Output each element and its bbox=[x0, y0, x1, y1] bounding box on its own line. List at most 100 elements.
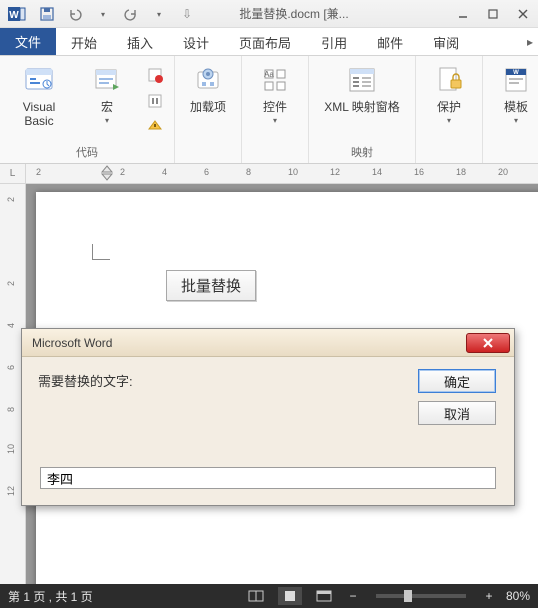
pause-macro-button[interactable] bbox=[144, 90, 166, 112]
svg-text:Aa: Aa bbox=[264, 70, 274, 79]
group-xml: XML 映射窗格 映射 bbox=[309, 56, 416, 163]
macros-button[interactable]: 宏 ▾ bbox=[82, 60, 132, 125]
xml-icon bbox=[346, 64, 378, 96]
ruler-tick: 14 bbox=[372, 167, 382, 177]
ruler-tick: 2 bbox=[36, 167, 41, 177]
ruler-tick: 2 bbox=[6, 281, 16, 286]
dialog-titlebar[interactable]: Microsoft Word bbox=[22, 329, 514, 357]
cursor-mark bbox=[92, 244, 110, 260]
ruler-tick: 10 bbox=[288, 167, 298, 177]
addins-icon bbox=[192, 64, 224, 96]
quick-access-toolbar: ▾ ▾ ⇩ bbox=[34, 3, 200, 25]
chevron-down-icon: ▾ bbox=[514, 116, 518, 125]
batch-replace-button[interactable]: 批量替换 bbox=[166, 270, 256, 301]
xml-mapping-button[interactable]: XML 映射窗格 bbox=[317, 60, 407, 114]
ruler-tick: 20 bbox=[498, 167, 508, 177]
protect-label: 保护 bbox=[437, 100, 461, 114]
ribbon-tabs: 文件 开始 插入 设计 页面布局 引用 邮件 审阅 ▸ bbox=[0, 28, 538, 56]
qat-dropdown[interactable]: ▾ bbox=[146, 3, 172, 25]
dialog-cancel-button[interactable]: 取消 bbox=[418, 401, 496, 425]
dialog-text-input[interactable] bbox=[40, 467, 496, 489]
group-code: Visual Basic 宏 ▾ 代码 bbox=[0, 56, 175, 163]
controls-button[interactable]: Aa 控件 ▾ bbox=[250, 60, 300, 125]
tab-review[interactable]: 审阅 bbox=[418, 28, 474, 55]
view-web-button[interactable] bbox=[312, 587, 336, 605]
group-xml-label: 映射 bbox=[351, 142, 373, 161]
save-button[interactable] bbox=[34, 3, 60, 25]
dialog-title: Microsoft Word bbox=[32, 336, 466, 350]
chevron-down-icon: ▾ bbox=[105, 116, 109, 125]
tab-home[interactable]: 开始 bbox=[56, 28, 112, 55]
dialog-ok-button[interactable]: 确定 bbox=[418, 369, 496, 393]
status-bar: 第 1 页 , 共 1 页 − + 80% bbox=[0, 584, 538, 608]
ribbon: Visual Basic 宏 ▾ 代码 加载项 bbox=[0, 56, 538, 164]
ruler-tick: 6 bbox=[204, 167, 209, 177]
dialog-close-button[interactable] bbox=[466, 333, 510, 353]
qat-customize[interactable]: ⇩ bbox=[174, 3, 200, 25]
view-read-button[interactable] bbox=[244, 587, 268, 605]
tab-align-toggle[interactable]: L bbox=[0, 164, 26, 183]
tab-mailings[interactable]: 邮件 bbox=[362, 28, 418, 55]
ruler-tick: 2 bbox=[120, 167, 125, 177]
ruler-tick: 10 bbox=[6, 444, 16, 454]
dialog-body: 需要替换的文字: 确定 取消 bbox=[22, 357, 514, 505]
group-protect: 保护 ▾ bbox=[416, 56, 483, 163]
tab-scroll-right[interactable]: ▸ bbox=[522, 28, 538, 55]
ruler-tick: 8 bbox=[6, 407, 16, 412]
title-bar: W ▾ ▾ ⇩ 批量替换.docm [兼... bbox=[0, 0, 538, 28]
tab-layout[interactable]: 页面布局 bbox=[224, 28, 306, 55]
minimize-button[interactable] bbox=[448, 3, 478, 25]
svg-text:W: W bbox=[9, 10, 19, 21]
zoom-value[interactable]: 80% bbox=[506, 589, 530, 603]
view-print-button[interactable] bbox=[278, 587, 302, 605]
group-protect-label bbox=[447, 146, 450, 161]
template-label: 模板 bbox=[504, 100, 528, 114]
ruler-tick: 12 bbox=[6, 486, 16, 496]
tab-insert[interactable]: 插入 bbox=[112, 28, 168, 55]
group-template-label bbox=[514, 146, 517, 161]
ruler-tick: 2 bbox=[6, 197, 16, 202]
close-button[interactable] bbox=[508, 3, 538, 25]
template-button[interactable]: W 模板 ▾ bbox=[491, 60, 538, 125]
protect-button[interactable]: 保护 ▾ bbox=[424, 60, 474, 125]
window-controls bbox=[448, 3, 538, 25]
controls-icon: Aa bbox=[259, 64, 291, 96]
ruler-tick: 4 bbox=[162, 167, 167, 177]
word-app-icon: W bbox=[6, 5, 28, 23]
visual-basic-label: Visual Basic bbox=[8, 100, 70, 128]
macro-security-button[interactable] bbox=[144, 116, 166, 138]
record-macro-button[interactable] bbox=[144, 64, 166, 86]
page-info[interactable]: 第 1 页 , 共 1 页 bbox=[8, 588, 93, 605]
group-controls-label bbox=[273, 146, 276, 161]
group-addins-label bbox=[206, 146, 209, 161]
maximize-button[interactable] bbox=[478, 3, 508, 25]
ruler-tick: 6 bbox=[6, 365, 16, 370]
group-code-label: 代码 bbox=[76, 142, 98, 161]
undo-dropdown[interactable]: ▾ bbox=[90, 3, 116, 25]
chevron-down-icon: ▾ bbox=[273, 116, 277, 125]
macros-icon bbox=[91, 64, 123, 96]
redo-button[interactable] bbox=[118, 3, 144, 25]
zoom-thumb[interactable] bbox=[404, 590, 412, 602]
addins-label: 加载项 bbox=[190, 100, 226, 114]
window-title: 批量替换.docm [兼... bbox=[200, 5, 448, 22]
addins-button[interactable]: 加载项 bbox=[183, 60, 233, 114]
chevron-down-icon: ▾ bbox=[447, 116, 451, 125]
zoom-out-button[interactable]: − bbox=[346, 589, 360, 603]
controls-label: 控件 bbox=[263, 100, 287, 114]
ruler-tick: 16 bbox=[414, 167, 424, 177]
group-template: W 模板 ▾ bbox=[483, 56, 538, 163]
ruler-tick: 8 bbox=[246, 167, 251, 177]
zoom-slider[interactable] bbox=[376, 594, 466, 598]
tab-file[interactable]: 文件 bbox=[0, 28, 56, 55]
ruler-tick: 4 bbox=[6, 323, 16, 328]
tab-references[interactable]: 引用 bbox=[306, 28, 362, 55]
visual-basic-button[interactable]: Visual Basic bbox=[8, 60, 70, 128]
horizontal-ruler[interactable]: 224681012141618202 bbox=[26, 164, 538, 183]
ruler-tick: 12 bbox=[330, 167, 340, 177]
zoom-in-button[interactable]: + bbox=[482, 589, 496, 603]
first-line-indent-icon[interactable] bbox=[100, 164, 114, 182]
undo-button[interactable] bbox=[62, 3, 88, 25]
code-mini-buttons bbox=[144, 60, 166, 138]
tab-design[interactable]: 设计 bbox=[168, 28, 224, 55]
